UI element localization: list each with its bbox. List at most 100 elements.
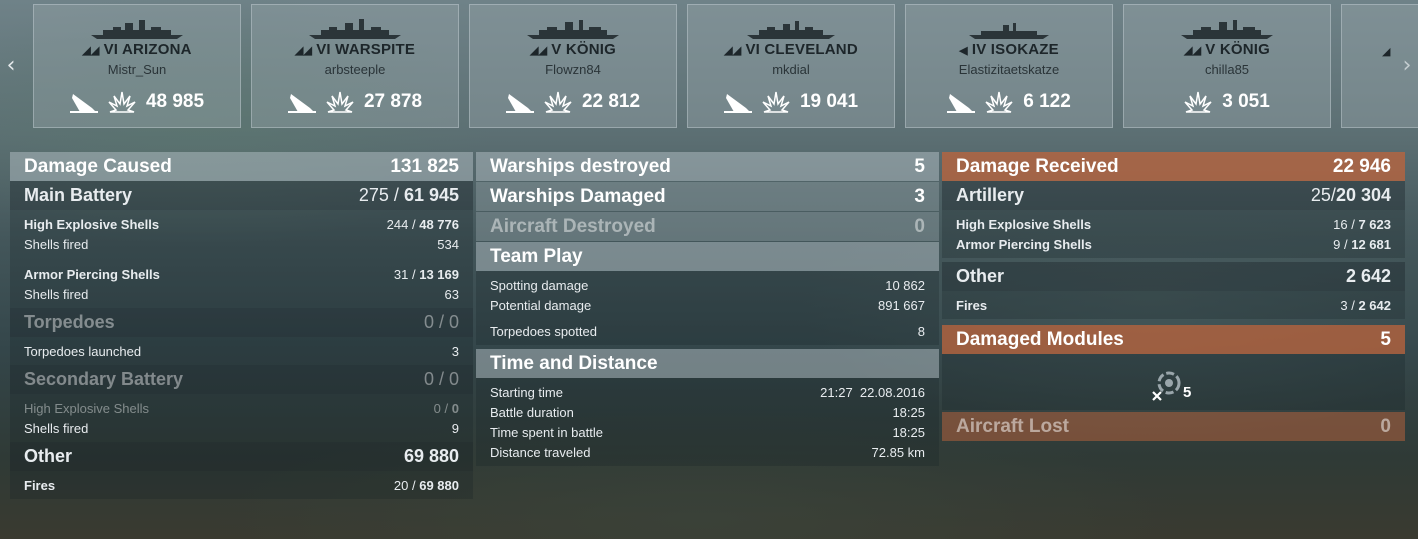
warships-destroyed-row: Warships destroyed 5 — [476, 152, 939, 181]
aircraft-lost-row: Aircraft Lost 0 — [942, 412, 1405, 441]
time-spent-row: Time spent in battle 18:25 — [490, 424, 925, 440]
sinking-ship-icon — [505, 94, 534, 113]
ship-stats: 6 122 — [906, 89, 1112, 115]
player-name: chilla85 — [1204, 62, 1250, 77]
damage-explosion-icon — [985, 91, 1013, 113]
ship-silhouette-icon — [309, 19, 401, 39]
battleship-icon: ◢◢ — [82, 45, 100, 57]
ship-carousel: ◢◢ VI ARIZONA Mistr_Sun 48 985 ◢◢ VI WARSP… — [33, 4, 1418, 128]
ship-damage-value: 6 122 — [1023, 91, 1071, 112]
ap-shells-fired-row: Shells fired 63 — [24, 286, 459, 302]
sinking-ship-icon — [69, 94, 98, 113]
damage-received-header: Damage Received 22 946 — [942, 152, 1405, 181]
battle-duration-row: Battle duration 18:25 — [490, 404, 925, 420]
damage-explosion-icon — [108, 91, 136, 113]
player-name: mkdial — [772, 62, 810, 77]
battleship-icon: ◢ — [1382, 46, 1391, 58]
battleship-icon: ◢◢ — [1183, 45, 1202, 57]
artillery-row: Artillery 25/20 304 — [942, 181, 1405, 210]
ship-card[interactable]: ◢◢ VI WARSPITE arbsteeple 27 878 — [251, 4, 459, 128]
battleship-icon: ◢◢ — [294, 45, 313, 57]
ship-stats: 19 041 — [688, 89, 894, 115]
damaged-modules-area: 5 — [942, 354, 1405, 410]
ship-name: ◀ IV ISOKAZE — [959, 41, 1059, 58]
player-name: Mistr_Sun — [107, 62, 167, 77]
time-distance-details: Starting time 21:27 22.08.2016 Battle du… — [476, 378, 939, 466]
ship-card[interactable]: ◢◢ V KÖNIG Flowzn84 22 812 — [469, 4, 677, 128]
other-damage-row: Other 69 880 — [10, 442, 473, 471]
secondary-fired-row: Shells fired 9 — [24, 420, 459, 436]
ship-damage-value: 48 985 — [145, 91, 205, 112]
ship-damage-value: 22 812 — [581, 91, 641, 112]
ship-name: ◢◢ VI ARIZONA — [82, 41, 192, 58]
damaged-modules-header: Damaged Modules 5 — [942, 325, 1405, 354]
damaged-modules-count: 5 — [1183, 384, 1192, 401]
ship-card-partial[interactable]: ◢ — [1341, 4, 1418, 128]
received-ap-row: Armor Piercing Shells 9 / 12 681 — [956, 236, 1391, 252]
other-details: Fires 20 / 69 880 — [10, 471, 473, 499]
battleship-icon: ◢◢ — [529, 45, 548, 57]
spotting-damage-row: Spotting damage 10 862 — [490, 277, 925, 293]
potential-damage-row: Potential damage 891 667 — [490, 297, 925, 313]
player-name: Elastizitaetskatze — [958, 62, 1060, 77]
aircraft-destroyed-row: Aircraft Destroyed 0 — [476, 212, 939, 241]
torpedoes-spotted-row: Torpedoes spotted 8 — [490, 323, 925, 339]
destroyer-icon: ◀ — [959, 45, 968, 57]
broken-module-icon[interactable] — [1150, 368, 1184, 402]
sinking-ship-icon — [723, 94, 752, 113]
damage-caused-column: Damage Caused 131 825 Main Battery 275 /… — [10, 152, 473, 499]
received-he-row: High Explosive Shells 16 / 7 623 — [956, 216, 1391, 232]
player-name: Flowzn84 — [545, 62, 601, 77]
damage-received-column: Damage Received 22 946 Artillery 25/20 3… — [942, 152, 1405, 441]
ship-name: ◢◢ V KÖNIG — [529, 41, 617, 58]
secondary-he-row: High Explosive Shells 0 / 0 — [24, 400, 459, 416]
ship-stats: 22 812 — [470, 89, 676, 115]
team-play-header: Team Play — [476, 242, 939, 271]
ship-silhouette-icon — [1181, 20, 1273, 39]
ship-stats: 3 051 — [1124, 89, 1330, 115]
received-other-row: Other 2 642 — [942, 262, 1405, 291]
torpedoes-launched-row: Torpedoes launched 3 — [24, 343, 459, 359]
ship-silhouette-icon — [969, 23, 1049, 39]
ship-card[interactable]: ◢◢ V KÖNIG chilla85 3 051 — [1123, 4, 1331, 128]
ship-damage-value: 27 878 — [363, 91, 423, 112]
secondary-details: High Explosive Shells 0 / 0 Shells fired… — [10, 394, 473, 442]
summary-column: Warships destroyed 5 Warships Damaged 3 … — [476, 152, 939, 466]
sinking-ship-icon — [947, 94, 976, 113]
he-shells-fired-row: Shells fired 534 — [24, 236, 459, 252]
ship-silhouette-icon — [91, 20, 183, 39]
damage-explosion-icon — [762, 91, 790, 113]
ship-name: ◢◢ V KÖNIG — [1183, 41, 1271, 58]
secondary-battery-row: Secondary Battery 0 / 0 — [10, 365, 473, 394]
ship-name: ◢◢ VI WARSPITE — [294, 41, 416, 58]
received-other-details: Fires 3 / 2 642 — [942, 291, 1405, 319]
ship-damage-value: 19 041 — [799, 91, 859, 112]
damage-explosion-icon — [326, 91, 354, 113]
time-distance-header: Time and Distance — [476, 349, 939, 378]
fires-row: Fires 20 / 69 880 — [24, 477, 459, 493]
ship-card[interactable]: ◢◢ VI CLEVELAND mkdial 19 041 — [687, 4, 895, 128]
damage-explosion-icon — [1184, 91, 1212, 113]
ship-damage-value: 3 051 — [1222, 91, 1270, 112]
main-battery-details: High Explosive Shells 244 / 48 776 Shell… — [10, 210, 473, 308]
ship-stats: 48 985 — [34, 89, 240, 115]
ship-card[interactable]: ◢◢ VI ARIZONA Mistr_Sun 48 985 — [33, 4, 241, 128]
torpedoes-details: Torpedoes launched 3 — [10, 337, 473, 365]
warships-damaged-row: Warships Damaged 3 — [476, 182, 939, 211]
player-name: arbsteeple — [324, 62, 386, 77]
torpedoes-row: Torpedoes 0 / 0 — [10, 308, 473, 337]
ship-silhouette-icon — [527, 20, 619, 39]
sinking-ship-icon — [287, 94, 316, 113]
damage-explosion-icon — [544, 91, 572, 113]
artillery-details: High Explosive Shells 16 / 7 623 Armor P… — [942, 210, 1405, 258]
distance-traveled-row: Distance traveled 72.85 km — [490, 444, 925, 460]
ship-card[interactable]: ◀ IV ISOKAZE Elastizitaetskatze 6 122 — [905, 4, 1113, 128]
ap-shells-row: Armor Piercing Shells 31 / 13 169 — [24, 266, 459, 282]
he-shells-row: High Explosive Shells 244 / 48 776 — [24, 216, 459, 232]
main-battery-row: Main Battery 275 / 61 945 — [10, 181, 473, 210]
received-fires-row: Fires 3 / 2 642 — [956, 297, 1391, 313]
ship-name: ◢◢ VI CLEVELAND — [724, 41, 858, 58]
ship-silhouette-icon — [747, 21, 835, 39]
scroll-left-arrow-icon[interactable]: ‹ — [2, 52, 20, 80]
cruiser-icon: ◢◢ — [724, 45, 742, 57]
